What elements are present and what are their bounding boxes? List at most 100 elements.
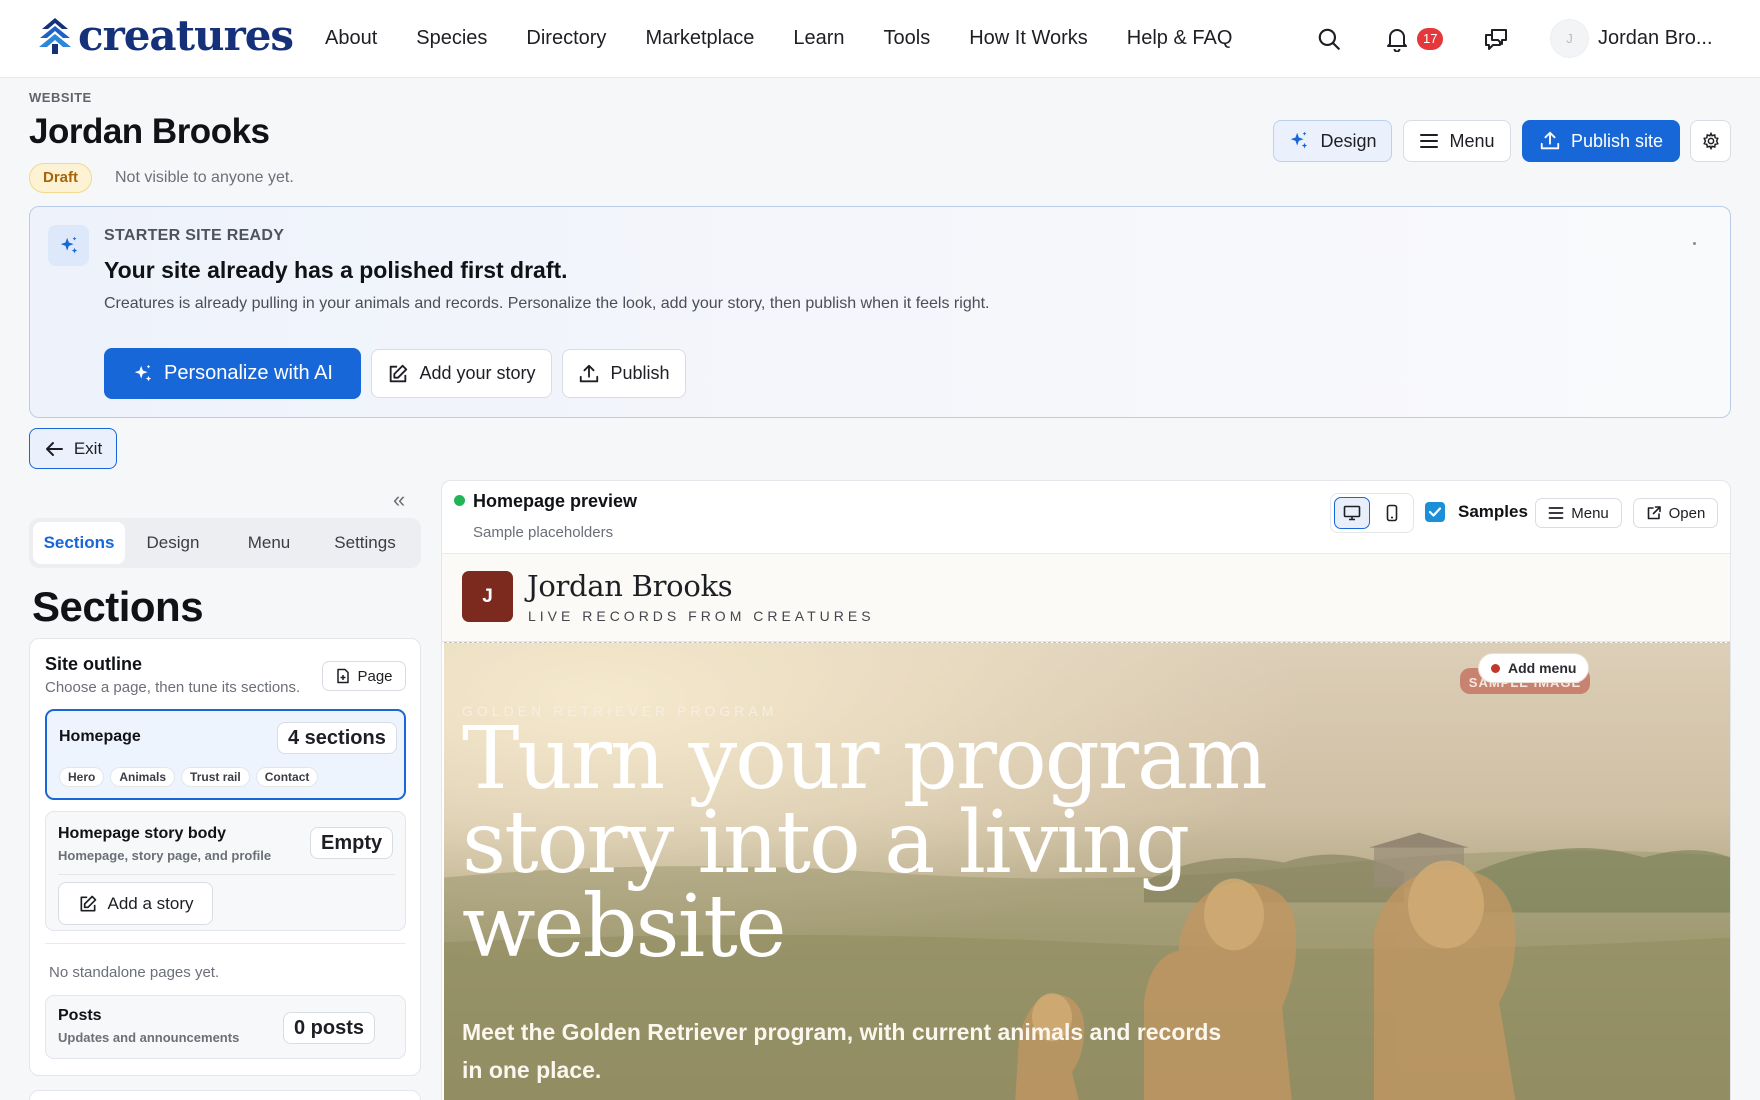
story-status: Empty xyxy=(310,827,394,859)
preview-subtitle: Sample placeholders xyxy=(473,524,614,541)
add-menu-label: Add menu xyxy=(1508,660,1577,676)
add-your-story-button[interactable]: Add your story xyxy=(371,349,552,398)
preview-menu-button[interactable]: Menu xyxy=(1535,498,1622,528)
homepage-section-count: 4 sections xyxy=(277,722,397,754)
nav-link-learn[interactable]: Learn xyxy=(793,27,844,50)
tab-menu[interactable]: Menu xyxy=(221,522,317,564)
homepage-title: Homepage xyxy=(59,728,141,745)
collapse-panel-icon[interactable]: « xyxy=(393,487,405,513)
desktop-view-button[interactable] xyxy=(1334,497,1370,529)
nav-link-species[interactable]: Species xyxy=(416,27,487,50)
homepage-section-chips: Hero Animals Trust rail Contact xyxy=(59,767,319,787)
homepage-item[interactable]: Homepage 4 sections Hero Animals Trust r… xyxy=(45,709,406,800)
samples-checkbox[interactable] xyxy=(1425,502,1445,522)
tab-settings[interactable]: Settings xyxy=(317,522,413,564)
page-eyebrow: WEBSITE xyxy=(29,90,92,105)
publish-button[interactable]: Publish xyxy=(562,349,686,398)
exit-label: Exit xyxy=(73,438,103,458)
phone-icon xyxy=(1386,504,1398,522)
no-pages-note: No standalone pages yet. xyxy=(49,964,220,981)
add-your-story-label: Add your story xyxy=(419,363,536,383)
nav-link-directory[interactable]: Directory xyxy=(526,27,606,50)
section-chip: Hero xyxy=(59,767,105,787)
hero-subtitle: Meet the Golden Retriever program, with … xyxy=(462,1019,1222,1083)
add-menu-dot xyxy=(1491,663,1500,673)
top-navigation: creatures About Species Directory Market… xyxy=(0,0,1760,78)
sparkle-icon xyxy=(134,364,152,381)
posts-title: Posts xyxy=(58,1007,102,1024)
add-menu-button[interactable]: Add menu xyxy=(1478,653,1590,683)
hero-title: Turn your program story into a living we… xyxy=(462,709,1268,977)
bell-icon[interactable] xyxy=(1381,23,1413,55)
hamburger-icon xyxy=(1548,507,1564,519)
user-avatar[interactable]: J xyxy=(1550,19,1589,58)
banner-text: Creatures is already pulling in your ani… xyxy=(104,295,990,312)
exit-button[interactable]: Exit xyxy=(29,428,117,469)
open-label: Open xyxy=(1668,504,1706,522)
homepage-story-item[interactable]: Homepage story body Homepage, story page… xyxy=(45,811,406,931)
brand-name: creatures xyxy=(78,11,294,60)
page-title: Jordan Brooks xyxy=(29,112,270,151)
open-preview-button[interactable]: Open xyxy=(1633,498,1718,528)
nav-link-help-faq[interactable]: Help & FAQ xyxy=(1127,27,1233,50)
site-outline-subtitle: Choose a page, then tune its sections. xyxy=(45,679,301,696)
site-name: Jordan Brooks xyxy=(527,569,733,603)
add-page-button[interactable]: Page xyxy=(322,661,406,691)
nav-links: About Species Directory Marketplace Lear… xyxy=(325,27,1271,50)
sections-heading: Sections xyxy=(32,583,204,630)
site-avatar: J xyxy=(462,571,513,622)
status-badge: Draft xyxy=(29,163,93,193)
monitor-icon xyxy=(1343,505,1361,521)
nav-link-about[interactable]: About xyxy=(325,27,377,50)
site-header: J Jordan Brooks LIVE RECORDS FROM CREATU… xyxy=(442,553,1730,642)
design-button[interactable]: Design xyxy=(1273,120,1392,162)
hero-section[interactable]: SAMPLE IMAGE Add menu GOLDEN RETRIEVER P… xyxy=(444,642,1730,1100)
banner-eyebrow: STARTER SITE READY xyxy=(104,227,285,244)
site-outline-card: Site outline Choose a page, then tune it… xyxy=(29,638,421,1076)
publish-site-button[interactable]: Publish site xyxy=(1522,120,1680,162)
file-plus-icon xyxy=(337,668,350,684)
divider xyxy=(58,874,395,875)
homepage-preview-panel: Homepage preview Sample placeholders Sam… xyxy=(441,480,1731,1100)
gear-icon xyxy=(1702,132,1719,150)
add-a-story-label: Add a story xyxy=(107,893,194,913)
tab-design[interactable]: Design xyxy=(125,522,221,564)
nav-link-how-it-works[interactable]: How It Works xyxy=(969,27,1088,50)
add-a-story-button[interactable]: Add a story xyxy=(58,882,213,925)
sidebar-tabs: Sections Design Menu Settings xyxy=(29,518,421,568)
banner-dismiss-dot[interactable] xyxy=(1693,242,1696,245)
external-link-icon xyxy=(1647,506,1661,520)
design-button-label: Design xyxy=(1320,130,1377,151)
personalize-with-ai-button[interactable]: Personalize with AI xyxy=(104,348,361,399)
creatures-logo-icon xyxy=(39,18,71,54)
search-icon[interactable] xyxy=(1313,23,1345,55)
status-note: Not visible to anyone yet. xyxy=(115,169,294,186)
site-outline-title: Site outline xyxy=(45,654,143,674)
menu-button[interactable]: Menu xyxy=(1403,120,1511,162)
banner-title: Your site already has a polished first d… xyxy=(104,257,568,283)
checkmark-icon xyxy=(1428,507,1442,517)
section-chip: Contact xyxy=(255,767,319,787)
menu-button-label: Menu xyxy=(1449,130,1495,151)
brand-logo[interactable]: creatures xyxy=(38,11,294,60)
settings-button[interactable] xyxy=(1690,120,1731,162)
mobile-view-button[interactable] xyxy=(1374,497,1410,529)
site-tagline: LIVE RECORDS FROM CREATURES xyxy=(528,608,875,624)
publish-label: Publish xyxy=(610,363,670,383)
posts-count: 0 posts xyxy=(283,1012,376,1044)
tab-sections[interactable]: Sections xyxy=(33,522,125,564)
nav-link-tools[interactable]: Tools xyxy=(884,27,931,50)
next-panel-card xyxy=(29,1090,421,1100)
messages-icon[interactable] xyxy=(1480,23,1512,55)
personalize-label: Personalize with AI xyxy=(164,362,333,384)
user-menu-name[interactable]: Jordan Bro... xyxy=(1598,27,1713,50)
section-chip: Trust rail xyxy=(181,767,250,787)
section-chip: Animals xyxy=(110,767,176,787)
live-status-dot xyxy=(454,495,465,506)
posts-item[interactable]: Posts Updates and announcements 0 posts xyxy=(45,995,406,1059)
add-page-label: Page xyxy=(357,667,393,685)
samples-label: Samples xyxy=(1458,502,1528,521)
nav-link-marketplace[interactable]: Marketplace xyxy=(645,27,754,50)
starter-site-banner: STARTER SITE READY Your site already has… xyxy=(29,206,1731,418)
story-title: Homepage story body xyxy=(58,825,227,842)
